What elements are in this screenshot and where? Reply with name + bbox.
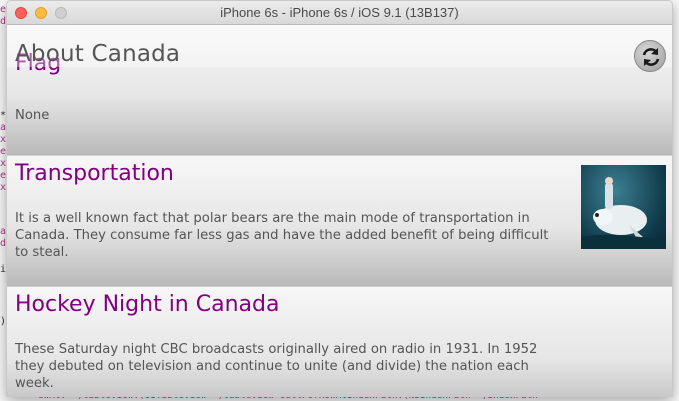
window-titlebar[interactable]: iPhone 6s - iPhone 6s / iOS 9.1 (13B137)	[7, 1, 672, 25]
navigation-bar: About Canada	[7, 25, 672, 72]
cell-body: None	[15, 108, 50, 123]
cell-title: Transportation	[15, 161, 174, 186]
refresh-icon	[642, 48, 660, 66]
cell-title: Hockey Night in Canada	[15, 292, 280, 317]
device-screen: Flag None Transportation It is a well kn…	[7, 25, 672, 396]
window-title: iPhone 6s - iPhone 6s / iOS 9.1 (13B137)	[220, 5, 459, 20]
list-item[interactable]: Transportation It is a well known fact t…	[7, 156, 672, 287]
page-title: About Canada	[15, 41, 181, 67]
simulator-window: iPhone 6s - iPhone 6s / iOS 9.1 (13B137)…	[6, 0, 673, 397]
polar-bear-rider-image-art	[581, 177, 666, 249]
cell-body: It is a well known fact that polar bears…	[15, 211, 549, 260]
polar-bear-rider-image	[581, 165, 666, 249]
refresh-button[interactable]	[634, 40, 666, 72]
cell-body: These Saturday night CBC broadcasts orig…	[15, 342, 538, 391]
list-item[interactable]: Hockey Night in Canada These Saturday ni…	[7, 287, 672, 396]
